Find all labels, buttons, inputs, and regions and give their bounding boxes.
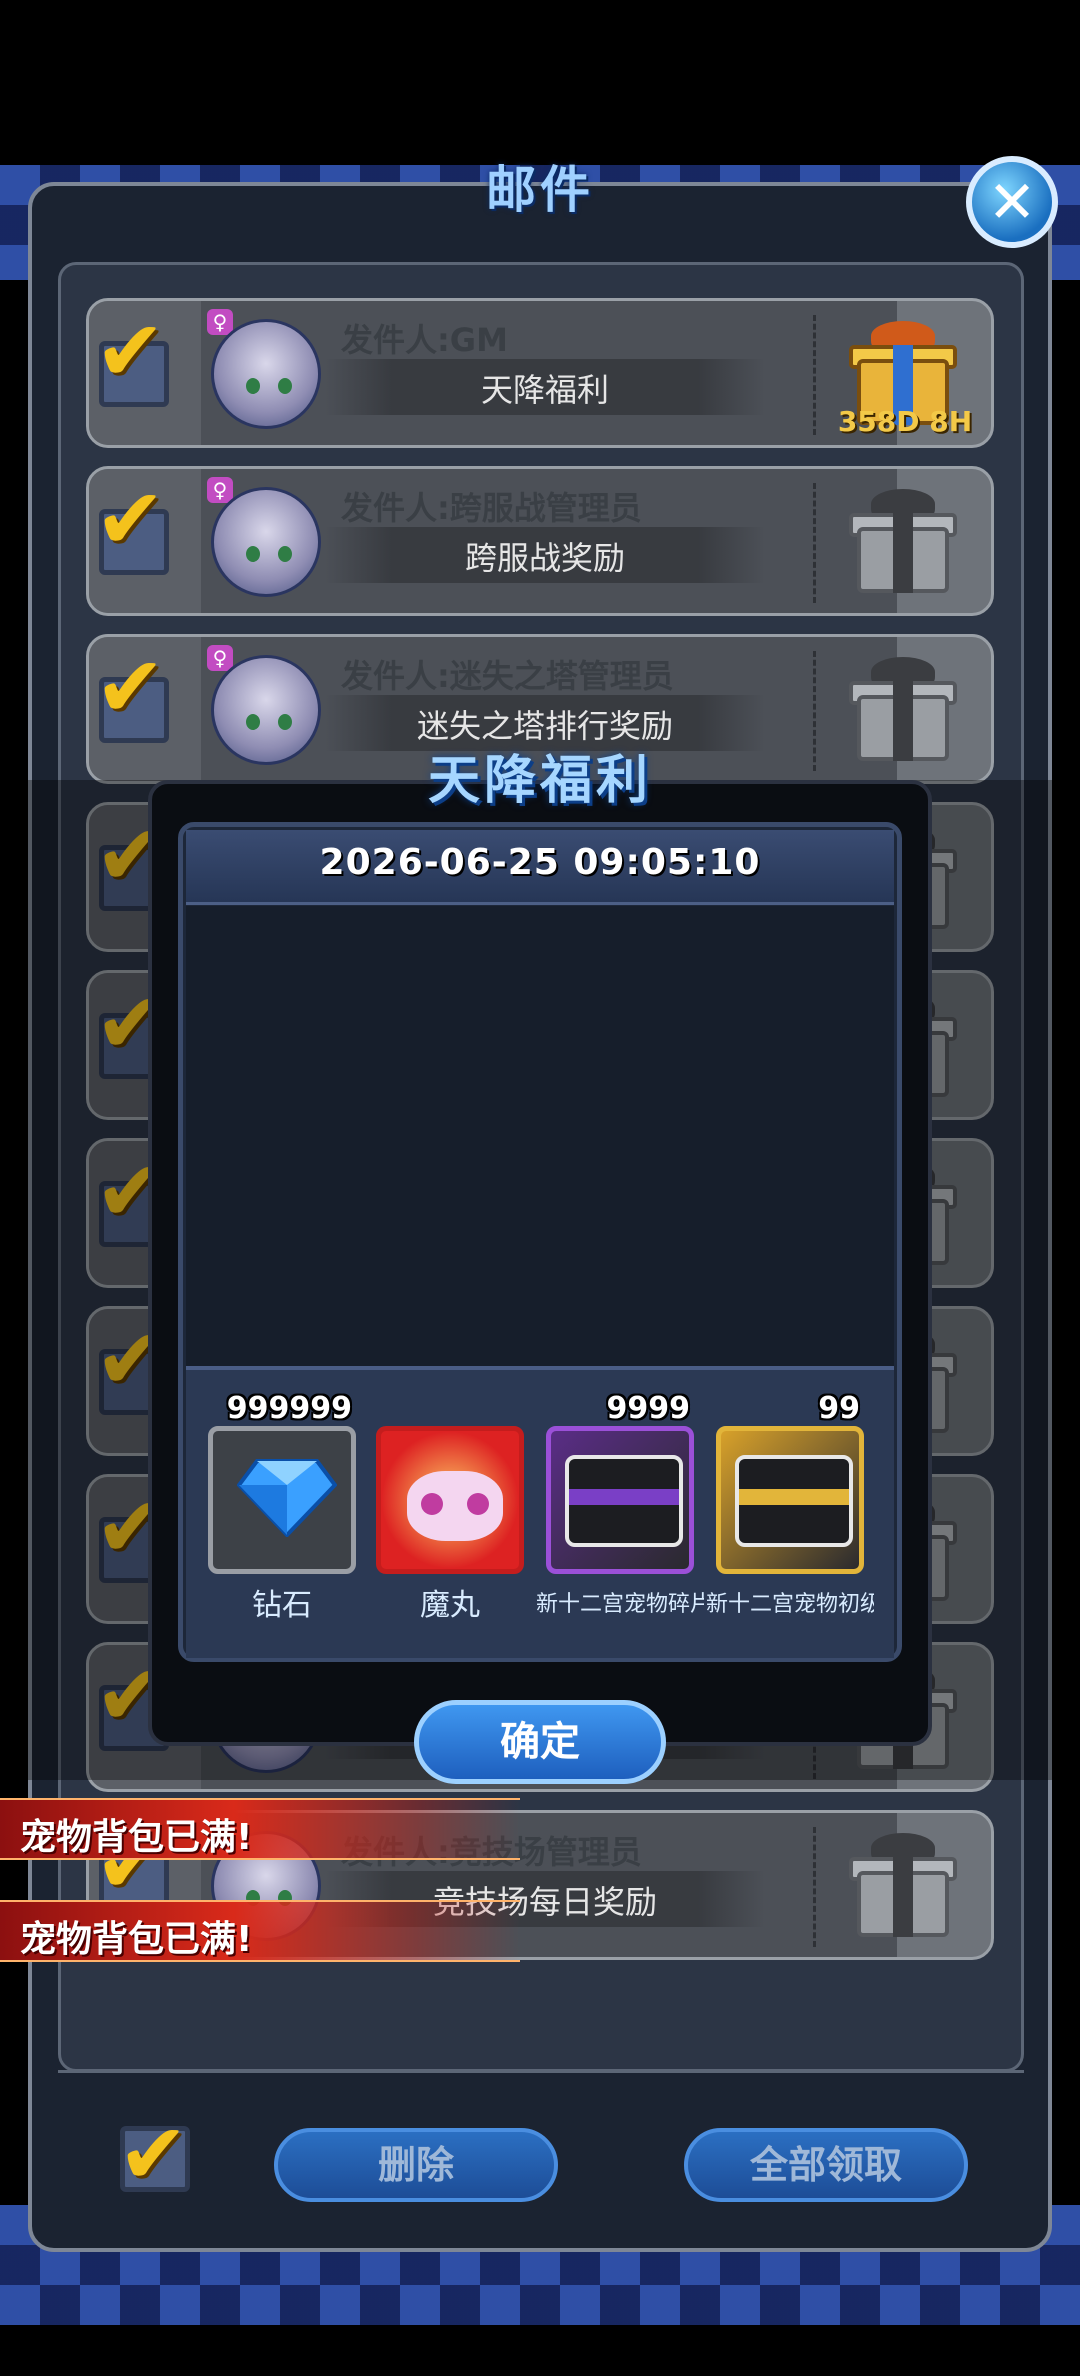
checkmark-icon: ✔ [95,302,166,400]
reward-slot [546,1426,694,1574]
reward-quantity: 999999 [226,1391,352,1426]
mail-sender: 发件人:跨服战管理员 [341,489,642,527]
divider [813,483,816,603]
mail-subject: 跨服战奖励 [464,539,625,577]
female-icon: ♀ [207,645,233,671]
mail-row[interactable]: ✔ ♀ 发件人:跨服战管理员跨服战奖励 [86,466,994,616]
sender-avatar [211,487,321,597]
close-icon: ✕ [987,168,1037,236]
reward-slot [376,1426,524,1574]
popup-title: 天降福利 [427,751,652,811]
gray-gift-icon[interactable] [843,1827,963,1947]
mail-checkbox-area[interactable]: ✔ [89,469,201,613]
toast-text: 宠物背包已满! [20,1817,253,1858]
toast-notification: 宠物背包已满! [0,1900,520,1962]
expiry-timer: 358D 8H [837,405,973,438]
collect-all-button[interactable]: 全部领取 [684,2128,968,2202]
divider [58,2070,1024,2073]
delete-button[interactable]: 删除 [274,2128,558,2202]
mowan-icon [407,1471,503,1541]
select-all-checkbox[interactable]: ✔ [118,2112,200,2196]
reward-name: 新十二宫宠物初级形态箱 [706,1592,874,1617]
divider [813,1827,816,1947]
confirm-button[interactable]: 确定 [414,1700,666,1784]
mail-body [186,906,894,1366]
reward-slot [716,1426,864,1574]
sender-avatar [211,319,321,429]
reward-quantity: 9999 [606,1391,691,1426]
purple-chest-icon [565,1455,683,1547]
divider [813,315,816,435]
checkmark-icon: ✔ [118,2105,189,2203]
female-icon: ♀ [207,309,233,335]
checkmark-icon: ✔ [95,470,166,568]
checkmark-icon: ✔ [95,638,166,736]
mail-subject: 天降福利 [480,371,609,409]
window-title: 邮件 [486,161,594,219]
toast-text: 宠物背包已满! [20,1919,253,1960]
reward-name: 新十二宫宠物碎片箱 [536,1592,704,1617]
reward-quantity: 99 [818,1391,860,1426]
female-icon: ♀ [207,477,233,503]
mail-sender: 发件人:GM [341,321,508,359]
reward-slot [208,1426,356,1574]
mail-date: 2026-06-25 09:05:10 [319,842,761,883]
mail-row[interactable]: ✔ ♀ 发件人:GM 天降福利 358D 8H [86,298,994,448]
toast-notification: 宠物背包已满! [0,1798,520,1860]
gray-gift-icon[interactable] [843,483,963,603]
reward-name: 魔丸 [420,1588,480,1623]
mail-checkbox-area[interactable]: ✔ [89,301,201,445]
close-button[interactable]: ✕ [966,156,1058,248]
gold-chest-icon [735,1455,853,1547]
diamond-icon [237,1459,337,1537]
reward-name: 钻石 [252,1588,312,1623]
mail-sender: 发件人:迷失之塔管理员 [341,657,674,695]
